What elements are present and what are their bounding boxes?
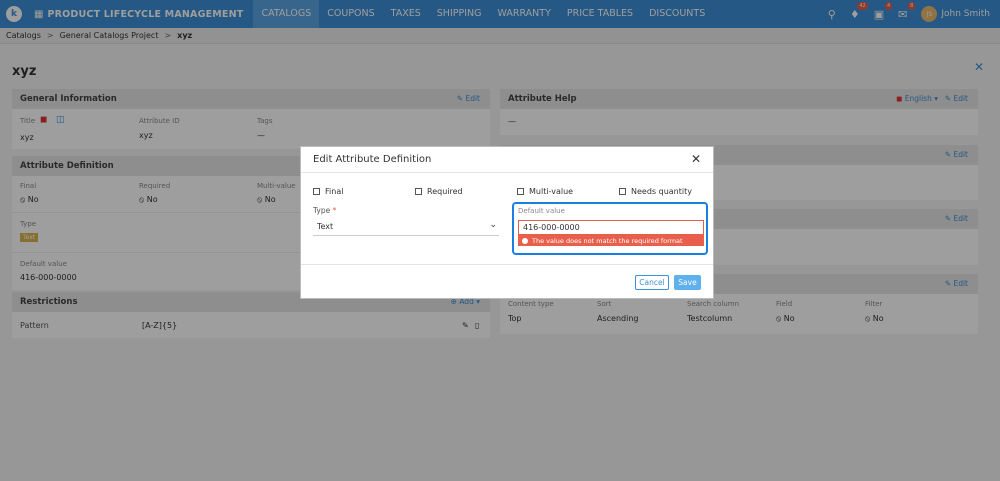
- modal-header: Edit Attribute Definition ✕: [301, 147, 713, 173]
- type-select[interactable]: Text ⌄: [313, 218, 499, 236]
- validation-error-text: The value does not match the required fo…: [532, 236, 683, 245]
- modal-title: Edit Attribute Definition: [313, 154, 432, 165]
- needs-quantity-checkbox[interactable]: Needs quantity: [619, 187, 692, 196]
- required-checkbox[interactable]: Required: [415, 187, 517, 196]
- required-asterisk: *: [332, 206, 337, 215]
- error-icon: [522, 237, 528, 244]
- type-label-text: Type: [313, 206, 331, 215]
- modal-footer: Cancel Save: [301, 264, 713, 299]
- checkbox-box[interactable]: [619, 188, 626, 195]
- multi-value-checkbox[interactable]: Multi-value: [517, 187, 619, 196]
- checkbox-row: Final Required Multi-value Needs quantit…: [313, 187, 692, 196]
- close-icon[interactable]: ✕: [691, 152, 701, 166]
- cancel-button[interactable]: Cancel: [635, 275, 669, 290]
- default-value-label: Default value: [518, 207, 565, 215]
- default-value-input[interactable]: 416-000-0000: [518, 220, 704, 235]
- type-field-label: Type *: [313, 206, 336, 215]
- final-checkbox[interactable]: Final: [313, 187, 415, 196]
- edit-attribute-definition-modal: Edit Attribute Definition ✕ Final Requir…: [300, 146, 714, 299]
- save-button[interactable]: Save: [674, 275, 701, 290]
- type-select-value: Text: [317, 222, 334, 231]
- chevron-down-icon: ⌄: [489, 220, 497, 230]
- checkbox-box[interactable]: [517, 188, 524, 195]
- validation-error: The value does not match the required fo…: [518, 235, 704, 246]
- final-checkbox-label: Final: [325, 187, 344, 196]
- needs-quantity-checkbox-label: Needs quantity: [631, 187, 692, 196]
- checkbox-box[interactable]: [415, 188, 422, 195]
- default-value-field: Default value 416-000-0000 The value doe…: [512, 202, 708, 255]
- checkbox-box[interactable]: [313, 188, 320, 195]
- required-checkbox-label: Required: [427, 187, 463, 196]
- multi-value-checkbox-label: Multi-value: [529, 187, 574, 196]
